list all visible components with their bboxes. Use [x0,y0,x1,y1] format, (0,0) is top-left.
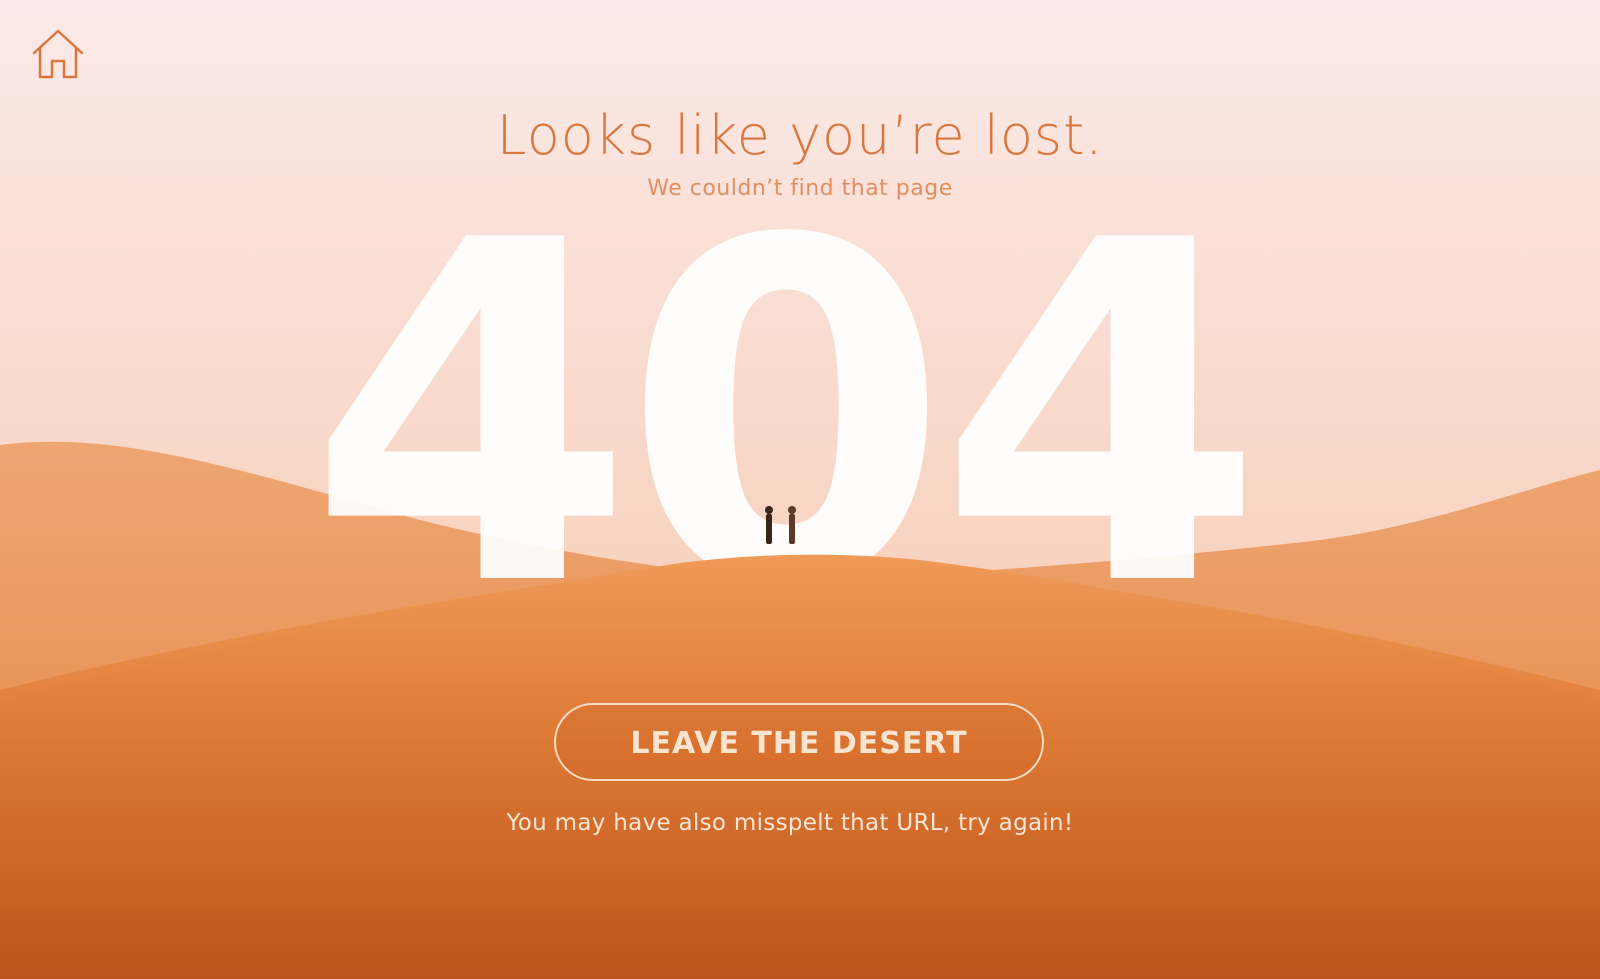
home-button[interactable] [30,27,86,81]
leave-the-desert-button[interactable]: LEAVE THE DESERT [554,703,1044,781]
home-icon [32,29,84,79]
error-code-404: 404 [0,150,1600,610]
page-title: Looks like you’re lost. [496,104,1104,167]
page-subtitle: We couldn’t find that page [647,176,953,201]
hint-text: You may have also misspelt that URL, try… [506,810,1074,836]
error-code-text: 404 [307,150,1252,610]
